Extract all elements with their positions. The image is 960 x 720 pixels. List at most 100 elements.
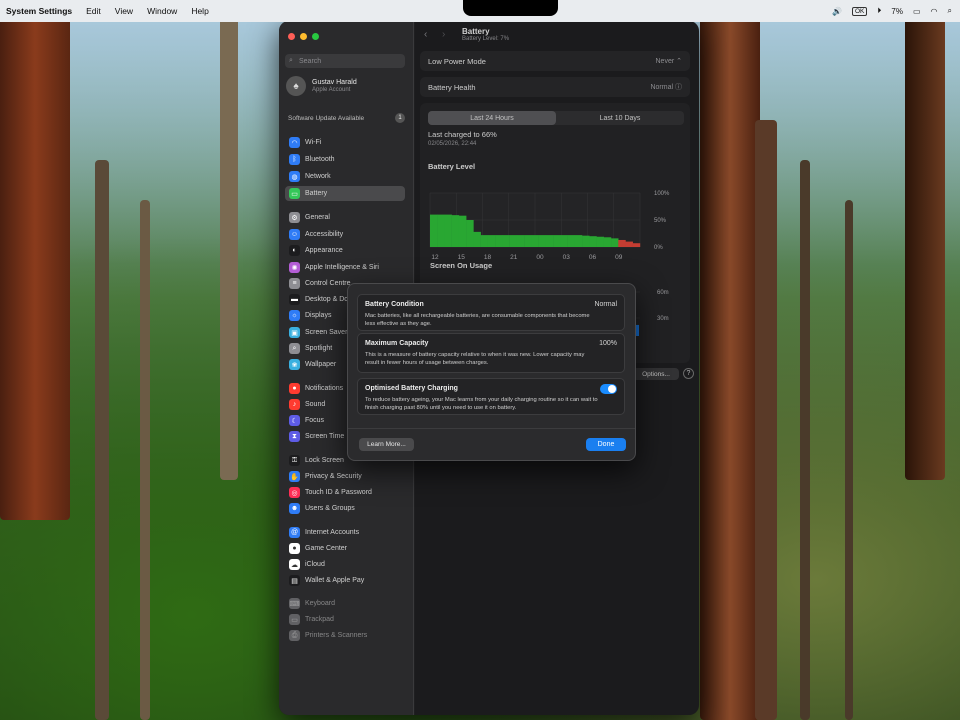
maximum-capacity-title: Maximum Capacity: [365, 340, 429, 347]
sidebar-item-wallet-apple-pay[interactable]: ▤ Wallet & Apple Pay: [285, 573, 405, 588]
sidebar-item-touch-id-password[interactable]: ◎ Touch ID & Password: [285, 485, 405, 500]
battery-condition-value: Normal: [594, 301, 617, 308]
battery-icon: ▭: [289, 188, 300, 199]
sidebar-item-label: Trackpad: [305, 616, 334, 623]
keyboard-icon: ⌨: [289, 598, 300, 609]
sidebar-item-label: Users & Groups: [305, 505, 355, 512]
search-placeholder: Search: [299, 57, 322, 65]
screen-time-icon: ⧗: [289, 431, 300, 442]
sidebar-item-apple-intelligence-siri[interactable]: ✺ Apple Intelligence & Siri: [285, 260, 405, 275]
battery-percent[interactable]: 7%: [891, 7, 903, 16]
sidebar-item-label: Sound: [305, 401, 326, 408]
sidebar-item-label: iCloud: [305, 561, 325, 568]
battery-icon[interactable]: ▭: [913, 7, 921, 16]
sidebar-item-battery[interactable]: ▭ Battery: [285, 186, 405, 201]
battery-condition-title: Battery Condition: [365, 301, 424, 308]
sidebar-item-general[interactable]: ⚙ General: [285, 210, 405, 225]
globe-icon: ◍: [289, 171, 300, 182]
sidebar-item-accessibility[interactable]: ☺ Accessibility: [285, 227, 405, 242]
status-area: 🔊 OK ⏵ 7% ▭ ◠ ⌕: [832, 0, 952, 22]
menu-edit[interactable]: Edit: [86, 6, 101, 16]
tree-trunk: [755, 120, 777, 720]
sound-icon: ♪: [289, 399, 300, 410]
maximum-capacity-description: This is a measure of battery capacity re…: [365, 352, 585, 366]
optimised-charging-description: To reduce battery ageing, your Mac learn…: [365, 397, 598, 411]
battery-condition-card: Battery Condition Normal Mac batteries, …: [357, 294, 625, 331]
search-icon[interactable]: ⌕: [948, 6, 952, 16]
sidebar-item-keyboard[interactable]: ⌨ Keyboard: [285, 596, 405, 611]
menu-window[interactable]: Window: [147, 6, 177, 16]
minimize-window-button[interactable]: [300, 33, 307, 40]
bluetooth-icon: ᛒ: [289, 154, 300, 165]
printer-icon: ⎙: [289, 630, 300, 641]
optimised-charging-card: Optimised Battery Charging To reduce bat…: [357, 378, 625, 415]
users-icon: ☻: [289, 503, 300, 514]
tree-trunk: [700, 18, 760, 720]
play-icon[interactable]: ⏵: [877, 6, 881, 16]
menu-app-name[interactable]: System Settings: [6, 6, 72, 16]
sidebar-item-label: Control Centre: [305, 280, 351, 287]
wifi-icon: ◠: [289, 137, 300, 148]
sidebar-item-game-center[interactable]: ● Game Center: [285, 541, 405, 556]
learn-more-button[interactable]: Learn More...: [359, 438, 414, 451]
trackpad-icon: ▭: [289, 614, 300, 625]
sidebar-item-wi-fi[interactable]: ◠ Wi-Fi: [285, 135, 405, 150]
sidebar-item-users-groups[interactable]: ☻ Users & Groups: [285, 501, 405, 516]
wallpaper-icon: ❀: [289, 359, 300, 370]
control-centre-icon: ≡: [289, 278, 300, 289]
tree-trunk: [845, 200, 853, 720]
privacy-icon: ✋: [289, 471, 300, 482]
sidebar-item-label: Notifications: [305, 385, 344, 392]
sidebar-item-privacy-security[interactable]: ✋ Privacy & Security: [285, 469, 405, 484]
sidebar-item-printers-scanners[interactable]: ⎙ Printers & Scanners: [285, 628, 405, 643]
done-button[interactable]: Done: [586, 438, 626, 451]
software-update-label: Software Update Available: [288, 114, 365, 122]
tree-trunk: [140, 200, 150, 720]
sidebar-item-bluetooth[interactable]: ᛒ Bluetooth: [285, 152, 405, 167]
close-window-button[interactable]: [288, 33, 295, 40]
tree-trunk: [905, 18, 945, 480]
sidebar-item-label: Spotlight: [305, 345, 333, 352]
sidebar-item-label: Displays: [305, 312, 332, 319]
focus-icon: ☾: [289, 415, 300, 426]
gear-icon: ⚙: [289, 212, 300, 223]
optimised-charging-title: Optimised Battery Charging: [365, 385, 458, 392]
sidebar-item-network[interactable]: ◍ Network: [285, 169, 405, 184]
sidebar-item-label: General: [305, 214, 330, 221]
camera-notch: [463, 0, 558, 16]
sidebar-item-label: Game Center: [305, 545, 348, 552]
sidebar-item-trackpad[interactable]: ▭ Trackpad: [285, 612, 405, 627]
software-update-row[interactable]: Software Update Available 1: [288, 113, 405, 123]
accessibility-icon: ☺: [289, 229, 300, 240]
sidebar-item-label: Printers & Scanners: [305, 632, 368, 639]
tree-trunk: [95, 160, 109, 720]
maximum-capacity-value: 100%: [599, 340, 617, 347]
zoom-window-button[interactable]: [312, 33, 319, 40]
sidebar-item-label: Screen Time: [305, 433, 345, 440]
ok-status-icon[interactable]: OK: [852, 6, 868, 16]
menu-view[interactable]: View: [115, 6, 133, 16]
sidebar-item-label: Battery: [305, 190, 328, 197]
account-row[interactable]: ♠ Gustav Harald Apple Account: [286, 76, 357, 96]
sidebar-item-label: Lock Screen: [305, 457, 344, 464]
sidebar-item-label: Wallet & Apple Pay: [305, 577, 365, 584]
menu-help[interactable]: Help: [191, 6, 208, 16]
sidebar-item-appearance[interactable]: ◐ Appearance: [285, 243, 405, 258]
wallet-icon: ▤: [289, 575, 300, 586]
divider: [348, 428, 635, 429]
sidebar-item-label: Bluetooth: [305, 156, 335, 163]
lock-icon: ⚿: [289, 455, 300, 466]
sidebar-item-label: Touch ID & Password: [305, 489, 372, 496]
volume-icon[interactable]: 🔊: [832, 7, 842, 16]
fingerprint-icon: ◎: [289, 487, 300, 498]
at-icon: @: [289, 527, 300, 538]
optimised-charging-toggle[interactable]: [600, 384, 617, 394]
account-name: Gustav Harald: [312, 79, 357, 86]
sidebar-item-label: Internet Accounts: [305, 529, 360, 536]
wifi-icon[interactable]: ◠: [931, 7, 938, 16]
dock-icon: ▬: [289, 294, 300, 305]
sidebar-item-internet-accounts[interactable]: @ Internet Accounts: [285, 525, 405, 540]
search-input[interactable]: ⌕ Search: [285, 54, 405, 68]
sidebar-item-icloud[interactable]: ☁ iCloud: [285, 557, 405, 572]
battery-health-sheet: Battery Condition Normal Mac batteries, …: [347, 283, 636, 461]
